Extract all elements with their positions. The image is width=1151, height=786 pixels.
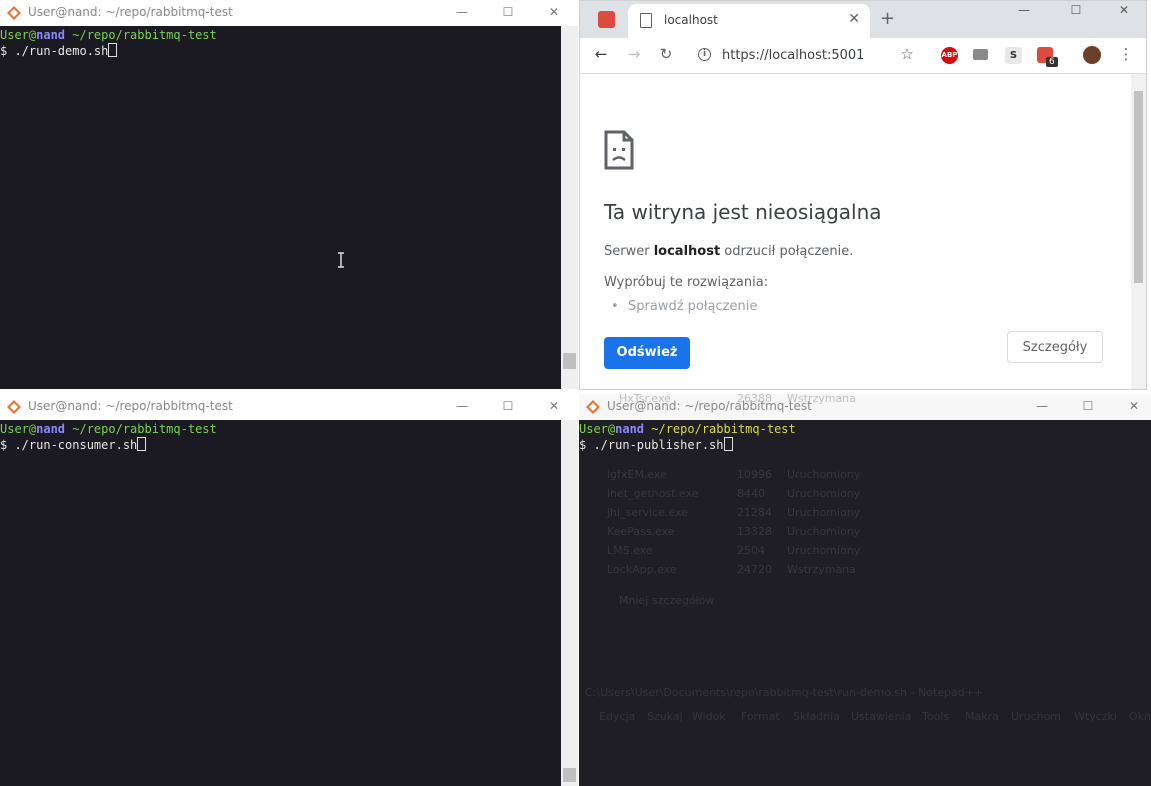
text-cursor [108, 43, 118, 57]
command-line: $ ./run-demo.sh [0, 43, 561, 58]
git-bash-icon [7, 400, 21, 414]
tab-close-icon[interactable]: ✕ [848, 11, 860, 27]
browser-toolbar: ← → ↻ i https://localhost:5001 ☆ ABP S 6… [580, 38, 1146, 74]
prompt-path: ~/repo/rabbitmq-test [65, 422, 217, 436]
bookmark-star-icon[interactable]: ☆ [896, 45, 918, 63]
prompt-host: nand [36, 422, 66, 436]
prompt-user: User@ [0, 422, 37, 436]
address-bar[interactable]: https://localhost:5001 [722, 48, 864, 63]
ghost-task-manager-top: HxTsr.exe 26388 Wstrzymana [579, 394, 1151, 420]
minimize-icon[interactable]: — [439, 394, 485, 420]
sad-page-icon [604, 130, 634, 170]
camera-icon[interactable] [973, 49, 988, 60]
prompt-host: nand [615, 422, 645, 436]
terminal-demo-titlebar[interactable]: User@nand: ~/repo/rabbitmq-test — ☐ ✕ [0, 0, 578, 26]
terminal-consumer-titlebar[interactable]: User@nand: ~/repo/rabbitmq-test — ☐ ✕ [0, 394, 578, 420]
close-icon[interactable]: ✕ [531, 0, 577, 26]
terminal-consumer-title: User@nand: ~/repo/rabbitmq-test [28, 399, 233, 413]
new-tab-icon[interactable]: + [880, 8, 895, 29]
git-bash-icon [7, 6, 21, 20]
todoist-icon[interactable] [598, 11, 615, 28]
browser-maximize-icon[interactable]: ☐ [1057, 1, 1095, 21]
browser-window[interactable]: localhost ✕ + — ☐ ✕ ← → ↻ i https://loca… [579, 0, 1147, 390]
prompt-path: ~/repo/rabbitmq-test [644, 422, 796, 436]
terminal-consumer-scrollbar[interactable] [561, 420, 578, 786]
command-text: ./run-publisher.sh [586, 438, 724, 452]
task-pid: 26388 [737, 394, 772, 405]
prompt-host: nand [36, 28, 66, 42]
close-icon[interactable]: ✕ [531, 394, 577, 420]
prompt-user: User@ [0, 28, 37, 42]
error-message: Serwer localhost odrzucił połączenie. [604, 244, 853, 259]
terminal-publisher-output[interactable]: User@nand ~/repo/rabbitmq-test $ ./run-p… [579, 420, 1139, 786]
error-suggestion: Sprawdź połączenie [611, 299, 757, 314]
terminal-demo-scrollbar[interactable] [561, 26, 578, 389]
reload-button[interactable]: Odśwież [604, 337, 690, 369]
reload-icon[interactable]: ↻ [655, 45, 677, 63]
browser-scrollbar-thumb[interactable] [1134, 91, 1143, 283]
error-try-label: Wypróbuj te rozwiązania: [604, 275, 769, 290]
menu-icon[interactable]: ⋮ [1115, 45, 1137, 63]
command-text: ./run-consumer.sh [7, 438, 138, 452]
prompt-line: User@nand ~/repo/rabbitmq-test [579, 422, 1139, 437]
prompt-line: User@nand ~/repo/rabbitmq-test [0, 422, 561, 437]
terminal-consumer-output[interactable]: User@nand ~/repo/rabbitmq-test $ ./run-c… [0, 420, 561, 786]
minimize-icon[interactable]: — [439, 0, 485, 26]
maximize-icon[interactable]: ☐ [485, 394, 531, 420]
forward-icon[interactable]: → [623, 45, 645, 63]
maximize-icon[interactable]: ☐ [485, 0, 531, 26]
error-suffix: odrzucił połączenie. [720, 244, 854, 259]
browser-scrollbar[interactable] [1131, 74, 1146, 389]
terminal-demo-output[interactable]: User@nand ~/repo/rabbitmq-test $ ./run-d… [0, 26, 561, 389]
command-line: $ ./run-publisher.sh [579, 437, 1139, 452]
scrollbar-thumb[interactable] [563, 768, 576, 782]
task-status: Wstrzymana [787, 394, 856, 405]
details-button[interactable]: Szczegóły [1007, 331, 1103, 363]
todoist-badge: 6 [1046, 57, 1058, 67]
tab-localhost[interactable]: localhost ✕ [628, 4, 870, 38]
browser-minimize-icon[interactable]: — [1005, 1, 1043, 21]
browser-content: Ta witryna jest nieosiągalna Serwer loca… [580, 74, 1146, 389]
prompt-line: User@nand ~/repo/rabbitmq-test [0, 28, 561, 43]
text-cursor [137, 437, 147, 451]
error-prefix: Serwer [604, 244, 654, 259]
prompt-user: User@ [579, 422, 616, 436]
site-info-icon[interactable]: i [698, 48, 711, 61]
terminal-demo-title: User@nand: ~/repo/rabbitmq-test [28, 5, 233, 19]
terminal-consumer-window[interactable]: User@nand: ~/repo/rabbitmq-test — ☐ ✕ Us… [0, 394, 578, 786]
terminal-publisher-window[interactable]: User@nand: ~/repo/rabbitmq-test — ☐ ✕ ig… [579, 394, 1151, 786]
terminal-demo-window[interactable]: User@nand: ~/repo/rabbitmq-test — ☐ ✕ Us… [0, 0, 578, 389]
tab-title: localhost [664, 13, 718, 27]
page-icon [640, 13, 652, 28]
s-extension-icon[interactable]: S [1005, 47, 1022, 64]
scrollbar-thumb[interactable] [563, 353, 576, 369]
profile-avatar[interactable] [1083, 46, 1101, 64]
back-icon[interactable]: ← [590, 45, 612, 63]
browser-close-icon[interactable]: ✕ [1105, 1, 1143, 21]
browser-tabstrip: localhost ✕ + — ☐ ✕ [580, 1, 1146, 38]
task-name: HxTsr.exe [619, 394, 671, 405]
adblock-plus-icon[interactable]: ABP [941, 47, 958, 64]
prompt-path: ~/repo/rabbitmq-test [65, 28, 217, 42]
error-host: localhost [653, 244, 721, 259]
command-line: $ ./run-consumer.sh [0, 437, 561, 452]
error-title: Ta witryna jest nieosiągalna [604, 200, 882, 224]
i-beam-cursor-icon [337, 252, 345, 268]
command-text: ./run-demo.sh [7, 44, 109, 58]
text-cursor [723, 437, 733, 451]
